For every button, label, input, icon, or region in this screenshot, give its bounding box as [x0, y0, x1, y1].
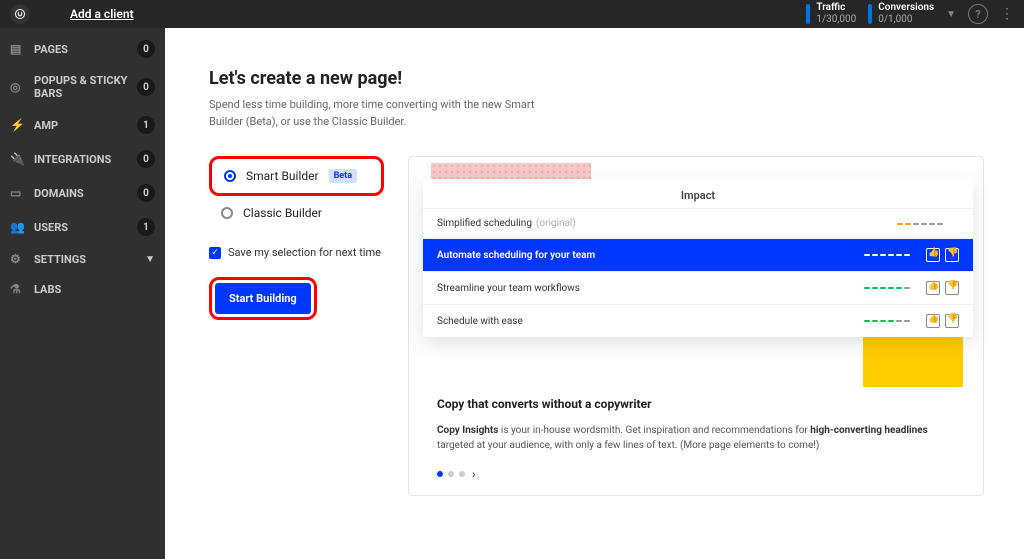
option-label: Classic Builder	[243, 206, 322, 220]
sidebar-item-label: LABS	[34, 283, 155, 296]
nav-badge: 1	[137, 218, 155, 236]
preview-text-block: Copy that converts without a copywriter …	[409, 377, 983, 467]
nav-badge: 0	[137, 40, 155, 58]
traffic-label: Traffic	[816, 2, 856, 14]
thumbs-up-icon[interactable]	[926, 281, 940, 295]
conversions-bar-icon	[868, 4, 872, 24]
impact-card: Impact Simplified scheduling (original) A…	[423, 179, 973, 337]
impact-row: Schedule with ease	[423, 304, 973, 337]
checkbox-checked-icon[interactable]: ✓	[209, 247, 221, 259]
carousel-dot[interactable]	[459, 471, 465, 477]
sidebar-item-popups[interactable]: ◎ POPUPS & STICKY BARS 0	[0, 66, 165, 108]
thumbs-down-icon[interactable]	[945, 314, 959, 328]
nav-badge: 0	[137, 78, 155, 96]
popups-icon: ◎	[10, 80, 24, 94]
conversions-label: Conversions	[878, 2, 934, 14]
impact-row-selected: Automate scheduling for your team	[423, 238, 973, 271]
sidebar-item-label: USERS	[34, 221, 137, 234]
builder-selection-column: Smart Builder Beta Classic Builder ✓ Sav…	[209, 156, 384, 496]
original-tag: (original)	[536, 218, 576, 229]
thumbs-up-icon[interactable]	[926, 248, 940, 262]
conversions-value: 0/1,000	[878, 14, 934, 26]
thumbs-down-icon[interactable]	[945, 248, 959, 262]
option-label: Smart Builder	[246, 169, 319, 183]
traffic-bar-icon	[806, 4, 810, 24]
sidebar-item-label: SETTINGS	[34, 253, 145, 266]
preview-body: Copy Insights is your in-house wordsmith…	[437, 423, 955, 453]
gear-icon: ⚙	[10, 252, 24, 266]
account-menu-icon[interactable]: ⋮	[1000, 6, 1014, 22]
save-label: Save my selection for next time	[228, 246, 381, 259]
sidebar-item-label: DOMAINS	[34, 187, 137, 200]
impact-dashes	[864, 287, 910, 289]
row-text: Simplified scheduling	[437, 218, 532, 229]
row-text: Automate scheduling for your team	[437, 250, 864, 261]
traffic-metric: Traffic 1/30,000	[806, 2, 856, 26]
radio-icon	[221, 207, 233, 219]
beta-badge: Beta	[329, 169, 357, 183]
smart-builder-option-highlight: Smart Builder Beta	[209, 156, 384, 196]
impact-row: Simplified scheduling (original)	[423, 208, 973, 238]
impact-dashes	[897, 223, 943, 225]
chevron-down-icon: ▼	[145, 254, 155, 265]
start-building-highlight: Start Building	[209, 277, 317, 320]
sidebar-item-label: PAGES	[34, 43, 137, 56]
conversions-metric: Conversions 0/1,000	[868, 2, 934, 26]
nav-badge: 0	[137, 150, 155, 168]
start-building-button[interactable]: Start Building	[215, 283, 311, 314]
sidebar-item-label: INTEGRATIONS	[34, 153, 137, 166]
preview-illustration: Impact Simplified scheduling (original) A…	[409, 157, 983, 377]
flask-icon: ⚗	[10, 282, 24, 296]
row-text: Schedule with ease	[437, 316, 864, 327]
row-text: Streamline your team workflows	[437, 283, 864, 294]
plug-icon: 🔌	[10, 152, 24, 166]
sidebar-item-amp[interactable]: ⚡ AMP 1	[0, 108, 165, 142]
sidebar-item-labs[interactable]: ⚗ LABS	[0, 274, 165, 304]
impact-row: Streamline your team workflows	[423, 271, 973, 304]
save-selection-row[interactable]: ✓ Save my selection for next time	[209, 246, 384, 259]
traffic-value: 1/30,000	[816, 14, 856, 26]
sidebar: ▤ PAGES 0 ◎ POPUPS & STICKY BARS 0 ⚡ AMP…	[0, 28, 165, 559]
metrics-dropdown-icon[interactable]: ▼	[946, 9, 956, 20]
users-icon: 👥	[10, 220, 24, 234]
pages-icon: ▤	[10, 42, 24, 56]
carousel-dots: ›	[409, 467, 983, 495]
amp-icon: ⚡	[10, 118, 24, 132]
main-content: Let's create a new page! Spend less time…	[165, 28, 1024, 559]
logo-icon	[14, 8, 26, 20]
sidebar-item-pages[interactable]: ▤ PAGES 0	[0, 32, 165, 66]
page-subhead: Spend less time building, more time conv…	[209, 97, 569, 130]
preview-title: Copy that converts without a copywriter	[437, 397, 955, 411]
impact-header: Impact	[423, 179, 973, 208]
sidebar-item-users[interactable]: 👥 USERS 1	[0, 210, 165, 244]
preview-panel: Impact Simplified scheduling (original) A…	[408, 156, 984, 496]
help-icon[interactable]: ?	[968, 4, 988, 24]
radio-icon	[224, 170, 236, 182]
carousel-dot[interactable]	[437, 471, 443, 477]
classic-builder-option[interactable]: Classic Builder	[209, 196, 384, 230]
logo[interactable]	[10, 4, 30, 24]
nav-badge: 0	[137, 184, 155, 202]
sidebar-item-domains[interactable]: ▭ DOMAINS 0	[0, 176, 165, 210]
impact-dashes	[864, 254, 910, 256]
sidebar-item-label: POPUPS & STICKY BARS	[34, 74, 137, 100]
thumbs-up-icon[interactable]	[926, 314, 940, 328]
carousel-dot[interactable]	[448, 471, 454, 477]
topbar: Add a client Traffic 1/30,000 Conversion…	[0, 0, 1024, 28]
impact-dashes	[864, 320, 910, 322]
thumbs-down-icon[interactable]	[945, 281, 959, 295]
domains-icon: ▭	[10, 186, 24, 200]
add-client-link[interactable]: Add a client	[70, 7, 134, 21]
smart-builder-option[interactable]: Smart Builder Beta	[212, 159, 381, 193]
sidebar-item-settings[interactable]: ⚙ SETTINGS ▼	[0, 244, 165, 274]
sidebar-item-integrations[interactable]: 🔌 INTEGRATIONS 0	[0, 142, 165, 176]
page-title: Let's create a new page!	[209, 68, 984, 89]
carousel-next-icon[interactable]: ›	[472, 467, 476, 481]
sidebar-item-label: AMP	[34, 119, 137, 132]
nav-badge: 1	[137, 116, 155, 134]
